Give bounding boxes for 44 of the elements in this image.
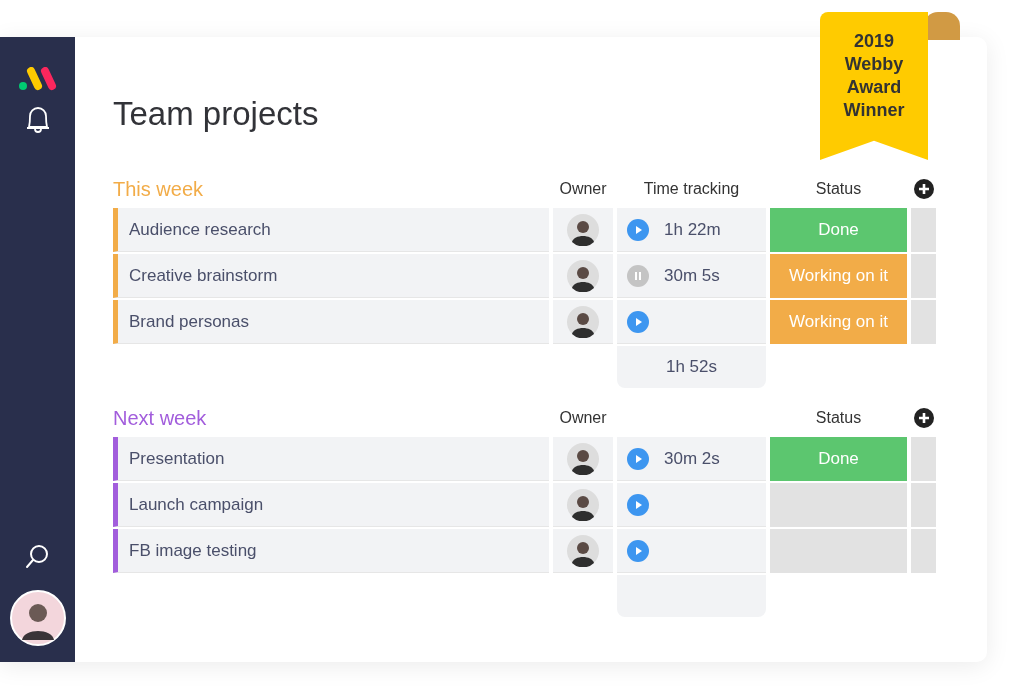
item-name-cell[interactable]: Presentation	[113, 437, 549, 481]
award-text: 2019	[853, 30, 894, 53]
owner-avatar[interactable]	[567, 305, 599, 338]
add-column-icon[interactable]	[913, 179, 934, 199]
logo-icon[interactable]	[17, 67, 58, 91]
status-cell[interactable]	[770, 483, 907, 527]
time-value: 1h 22m	[664, 219, 721, 240]
column-header: Time tracking	[642, 180, 741, 198]
empty-cell	[911, 437, 936, 481]
award-text: Winner	[843, 99, 905, 122]
time-value: 30m 2s	[664, 448, 720, 469]
owner-avatar[interactable]	[567, 534, 599, 567]
play-icon[interactable]	[627, 218, 649, 241]
column-header: Owner	[558, 409, 608, 427]
column-header: Status	[814, 180, 863, 198]
time-total-cell: 1h 52s	[617, 346, 766, 388]
status-cell[interactable]	[770, 529, 907, 573]
play-icon[interactable]	[627, 310, 649, 333]
owner-avatar[interactable]	[567, 488, 599, 521]
empty-cell	[911, 529, 936, 573]
owner-avatar[interactable]	[567, 213, 599, 246]
page-title: Team projects	[113, 95, 319, 133]
column-header: Status	[814, 409, 863, 427]
play-icon[interactable]	[627, 493, 649, 516]
empty-cell	[911, 483, 936, 527]
play-icon[interactable]	[627, 539, 649, 562]
item-name-cell[interactable]: Audience research	[113, 208, 549, 252]
column-header: Owner	[558, 180, 608, 198]
item-name-cell[interactable]: FB image testing	[113, 529, 549, 573]
time-value: 30m 5s	[664, 265, 720, 286]
empty-cell	[911, 254, 936, 298]
empty-cell	[911, 300, 936, 344]
group-title[interactable]: Next week	[113, 406, 549, 430]
empty-cell	[911, 208, 936, 252]
award-text: Award	[846, 76, 902, 99]
owner-avatar[interactable]	[567, 259, 599, 292]
add-column-icon[interactable]	[913, 408, 934, 428]
item-name-cell[interactable]: Brand personas	[113, 300, 549, 344]
item-name-cell[interactable]: Creative brainstorm	[113, 254, 549, 298]
profile-avatar[interactable]	[9, 590, 66, 646]
award-text: Webby	[844, 53, 904, 76]
item-name-cell[interactable]: Launch campaign	[113, 483, 549, 527]
play-icon[interactable]	[627, 447, 649, 470]
owner-avatar[interactable]	[567, 442, 599, 475]
